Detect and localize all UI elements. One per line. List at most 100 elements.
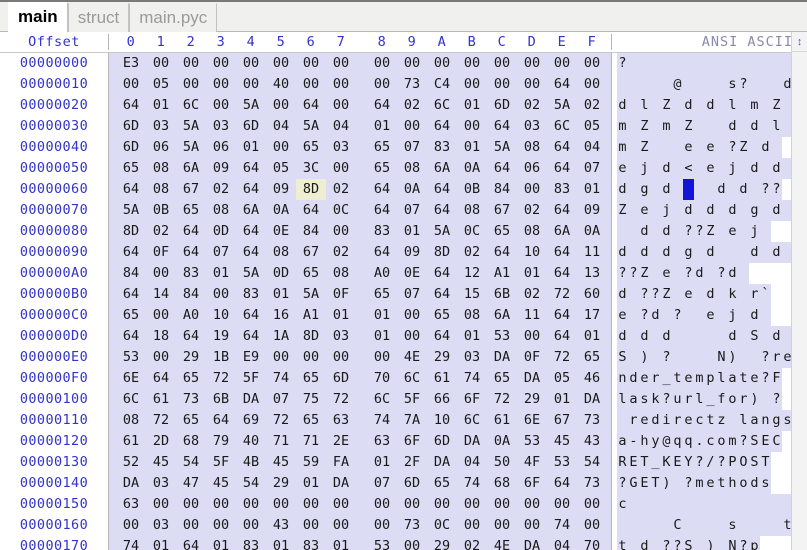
hex-byte[interactable]: 03 <box>326 137 356 158</box>
hex-byte[interactable]: 66 <box>427 389 457 410</box>
hex-row[interactable]: 00000100 6C 61 73 6B DA 07 75 72 6C 5F 66 6F 72 29 01 DA… <box>0 388 807 410</box>
hex-byte[interactable]: 60 <box>577 284 607 305</box>
hex-byte[interactable]: 52 <box>116 452 146 473</box>
hex-byte[interactable]: 5A <box>176 137 206 158</box>
hex-byte[interactable]: 45 <box>266 452 296 473</box>
hex-byte[interactable]: 6C <box>367 389 397 410</box>
hex-byte[interactable]: 17 <box>577 305 607 326</box>
hex-byte[interactable]: 5A <box>116 200 146 221</box>
hex-row[interactable]: 00000130 52 45 54 5F 4B 45 59 FA 01 2F DA 04 50 4F 53 54… <box>0 451 807 473</box>
hex-byte[interactable]: 6D <box>116 116 146 137</box>
hex-byte[interactable]: 7A <box>397 410 427 431</box>
hex-byte[interactable]: 00 <box>577 515 607 536</box>
hex-byte[interactable]: 64 <box>367 179 397 200</box>
hex-byte[interactable]: 00 <box>397 326 427 347</box>
row-ascii[interactable]: l a s k? u r l _ f o r) ? <box>611 388 807 410</box>
hex-byte[interactable]: 01 <box>457 95 487 116</box>
hex-byte[interactable]: 0B <box>146 200 176 221</box>
hex-byte[interactable]: 4B <box>236 452 266 473</box>
hex-byte[interactable]: 64 <box>206 410 236 431</box>
hex-byte[interactable]: 64 <box>296 200 326 221</box>
hex-byte[interactable]: 6B <box>206 389 236 410</box>
hex-byte[interactable]: 00 <box>547 53 577 74</box>
row-hex-bytes[interactable]: 8D 02 64 0D 64 0E 84 00 83 01 5A 0C 65 08 6A 0A <box>108 220 611 242</box>
row-ascii[interactable]: ?? Z e ? d ? d <box>611 262 807 284</box>
hex-byte[interactable]: 59 <box>296 452 326 473</box>
hex-byte[interactable]: 54 <box>577 452 607 473</box>
hex-byte[interactable]: 00 <box>487 494 517 515</box>
hex-byte[interactable]: 00 <box>296 347 326 368</box>
hex-byte[interactable]: 00 <box>236 494 266 515</box>
hex-byte[interactable]: 09 <box>397 242 427 263</box>
hex-byte[interactable]: 00 <box>206 494 236 515</box>
hex-row[interactable]: 00000010 00 05 00 00 00 40 00 00 00 73 C4 00 00 00 64 00… <box>0 73 807 95</box>
hex-byte[interactable]: 00 <box>367 53 397 74</box>
hex-byte[interactable]: 84 <box>176 284 206 305</box>
hex-byte[interactable]: 00 <box>296 494 326 515</box>
hex-byte[interactable]: 71 <box>266 431 296 452</box>
row-hex-bytes[interactable]: 65 00 A0 10 64 16 A1 01 01 00 65 08 6A 11 64 17 <box>108 304 611 326</box>
hex-byte[interactable]: 00 <box>236 515 266 536</box>
hex-byte[interactable]: 64 <box>116 95 146 116</box>
row-hex-bytes[interactable]: 64 0F 64 07 64 08 67 02 64 09 8D 02 64 10 64 11 <box>108 241 611 263</box>
hex-byte[interactable]: 07 <box>397 137 427 158</box>
hex-byte[interactable]: 64 <box>427 284 457 305</box>
hex-byte[interactable]: 08 <box>326 263 356 284</box>
hex-byte[interactable]: 53 <box>547 452 577 473</box>
hex-byte[interactable]: 5A <box>176 116 206 137</box>
hex-byte[interactable]: 6E <box>517 410 547 431</box>
hex-byte[interactable]: 65 <box>176 410 206 431</box>
hex-byte[interactable]: 00 <box>266 95 296 116</box>
hex-byte[interactable]: 0F <box>517 347 547 368</box>
row-hex-bytes[interactable]: 6C 61 73 6B DA 07 75 72 6C 5F 66 6F 72 29 01 DA <box>108 388 611 410</box>
hex-byte[interactable]: 6A <box>547 221 577 242</box>
row-ascii[interactable]: m Z e e ? Z d <box>611 136 807 158</box>
hex-byte[interactable]: 5A <box>296 116 326 137</box>
hex-row[interactable]: 000000E0 53 00 29 1B E9 00 00 00 00 4E 29 03 DA 0F 72 65… <box>0 346 807 368</box>
hex-byte[interactable]: 0A <box>457 158 487 179</box>
hex-byte[interactable]: 08 <box>146 158 176 179</box>
hex-row[interactable]: 00000090 64 0F 64 07 64 08 67 02 64 09 8D 02 64 10 64 11… <box>0 241 807 263</box>
hex-byte[interactable]: 29 <box>176 347 206 368</box>
hex-byte[interactable]: 06 <box>146 137 176 158</box>
row-ascii[interactable]: Z e j d d d g d <box>611 199 807 221</box>
hex-byte[interactable]: 64 <box>487 116 517 137</box>
hex-byte[interactable]: 64 <box>547 200 577 221</box>
hex-byte[interactable]: 4E <box>487 536 517 550</box>
row-hex-bytes[interactable]: 61 2D 68 79 40 71 71 2E 63 6F 6D DA 0A 53 45 43 <box>108 430 611 452</box>
hex-byte[interactable]: 01 <box>577 179 607 200</box>
hex-byte[interactable]: 00 <box>577 53 607 74</box>
hex-byte[interactable]: 64 <box>427 326 457 347</box>
hex-byte[interactable]: DA <box>517 536 547 550</box>
hex-byte[interactable]: 01 <box>146 95 176 116</box>
hex-row[interactable]: 000000B0 64 14 84 00 83 01 5A 0F 65 07 64 15 6B 02 72 60… <box>0 283 807 305</box>
hex-byte[interactable]: 06 <box>517 158 547 179</box>
hex-byte[interactable]: 04 <box>457 452 487 473</box>
hex-byte[interactable]: 5F <box>397 389 427 410</box>
hex-byte[interactable]: 67 <box>296 242 326 263</box>
hex-byte[interactable]: 75 <box>296 389 326 410</box>
row-hex-bytes[interactable]: 74 01 64 01 83 01 83 01 53 00 29 02 4E DA 04 70 <box>108 535 611 550</box>
hex-byte[interactable]: 73 <box>397 515 427 536</box>
row-ascii[interactable]: C s t <box>611 514 807 536</box>
row-ascii[interactable]: d ?? Z e d k r ` <box>611 283 807 305</box>
hex-byte[interactable]: 72 <box>146 410 176 431</box>
hex-byte[interactable]: 45 <box>146 452 176 473</box>
row-hex-bytes[interactable]: 64 14 84 00 83 01 5A 0F 65 07 64 15 6B 02 72 60 <box>108 283 611 305</box>
hex-byte[interactable]: 00 <box>146 263 176 284</box>
hex-byte[interactable]: 00 <box>367 494 397 515</box>
row-hex-bytes[interactable]: 00 05 00 00 00 40 00 00 00 73 C4 00 00 00 64 00 <box>108 73 611 95</box>
tab-main[interactable]: main <box>8 2 68 32</box>
row-hex-bytes[interactable]: DA 03 47 45 54 29 01 DA 07 6D 65 74 68 6F 64 73 <box>108 472 611 494</box>
hex-byte[interactable]: 64 <box>547 74 577 95</box>
hex-byte[interactable]: 53 <box>367 536 397 550</box>
hex-byte[interactable]: 83 <box>176 263 206 284</box>
hex-byte[interactable]: 72 <box>206 368 236 389</box>
hex-byte[interactable]: 4F <box>517 452 547 473</box>
row-ascii[interactable]: @ s? d <box>611 73 807 95</box>
hex-byte[interactable]: 73 <box>397 74 427 95</box>
hex-byte[interactable]: 00 <box>326 347 356 368</box>
hex-byte[interactable]: 00 <box>517 74 547 95</box>
hex-byte[interactable]: 00 <box>517 179 547 200</box>
hex-byte[interactable]: 01 <box>296 473 326 494</box>
